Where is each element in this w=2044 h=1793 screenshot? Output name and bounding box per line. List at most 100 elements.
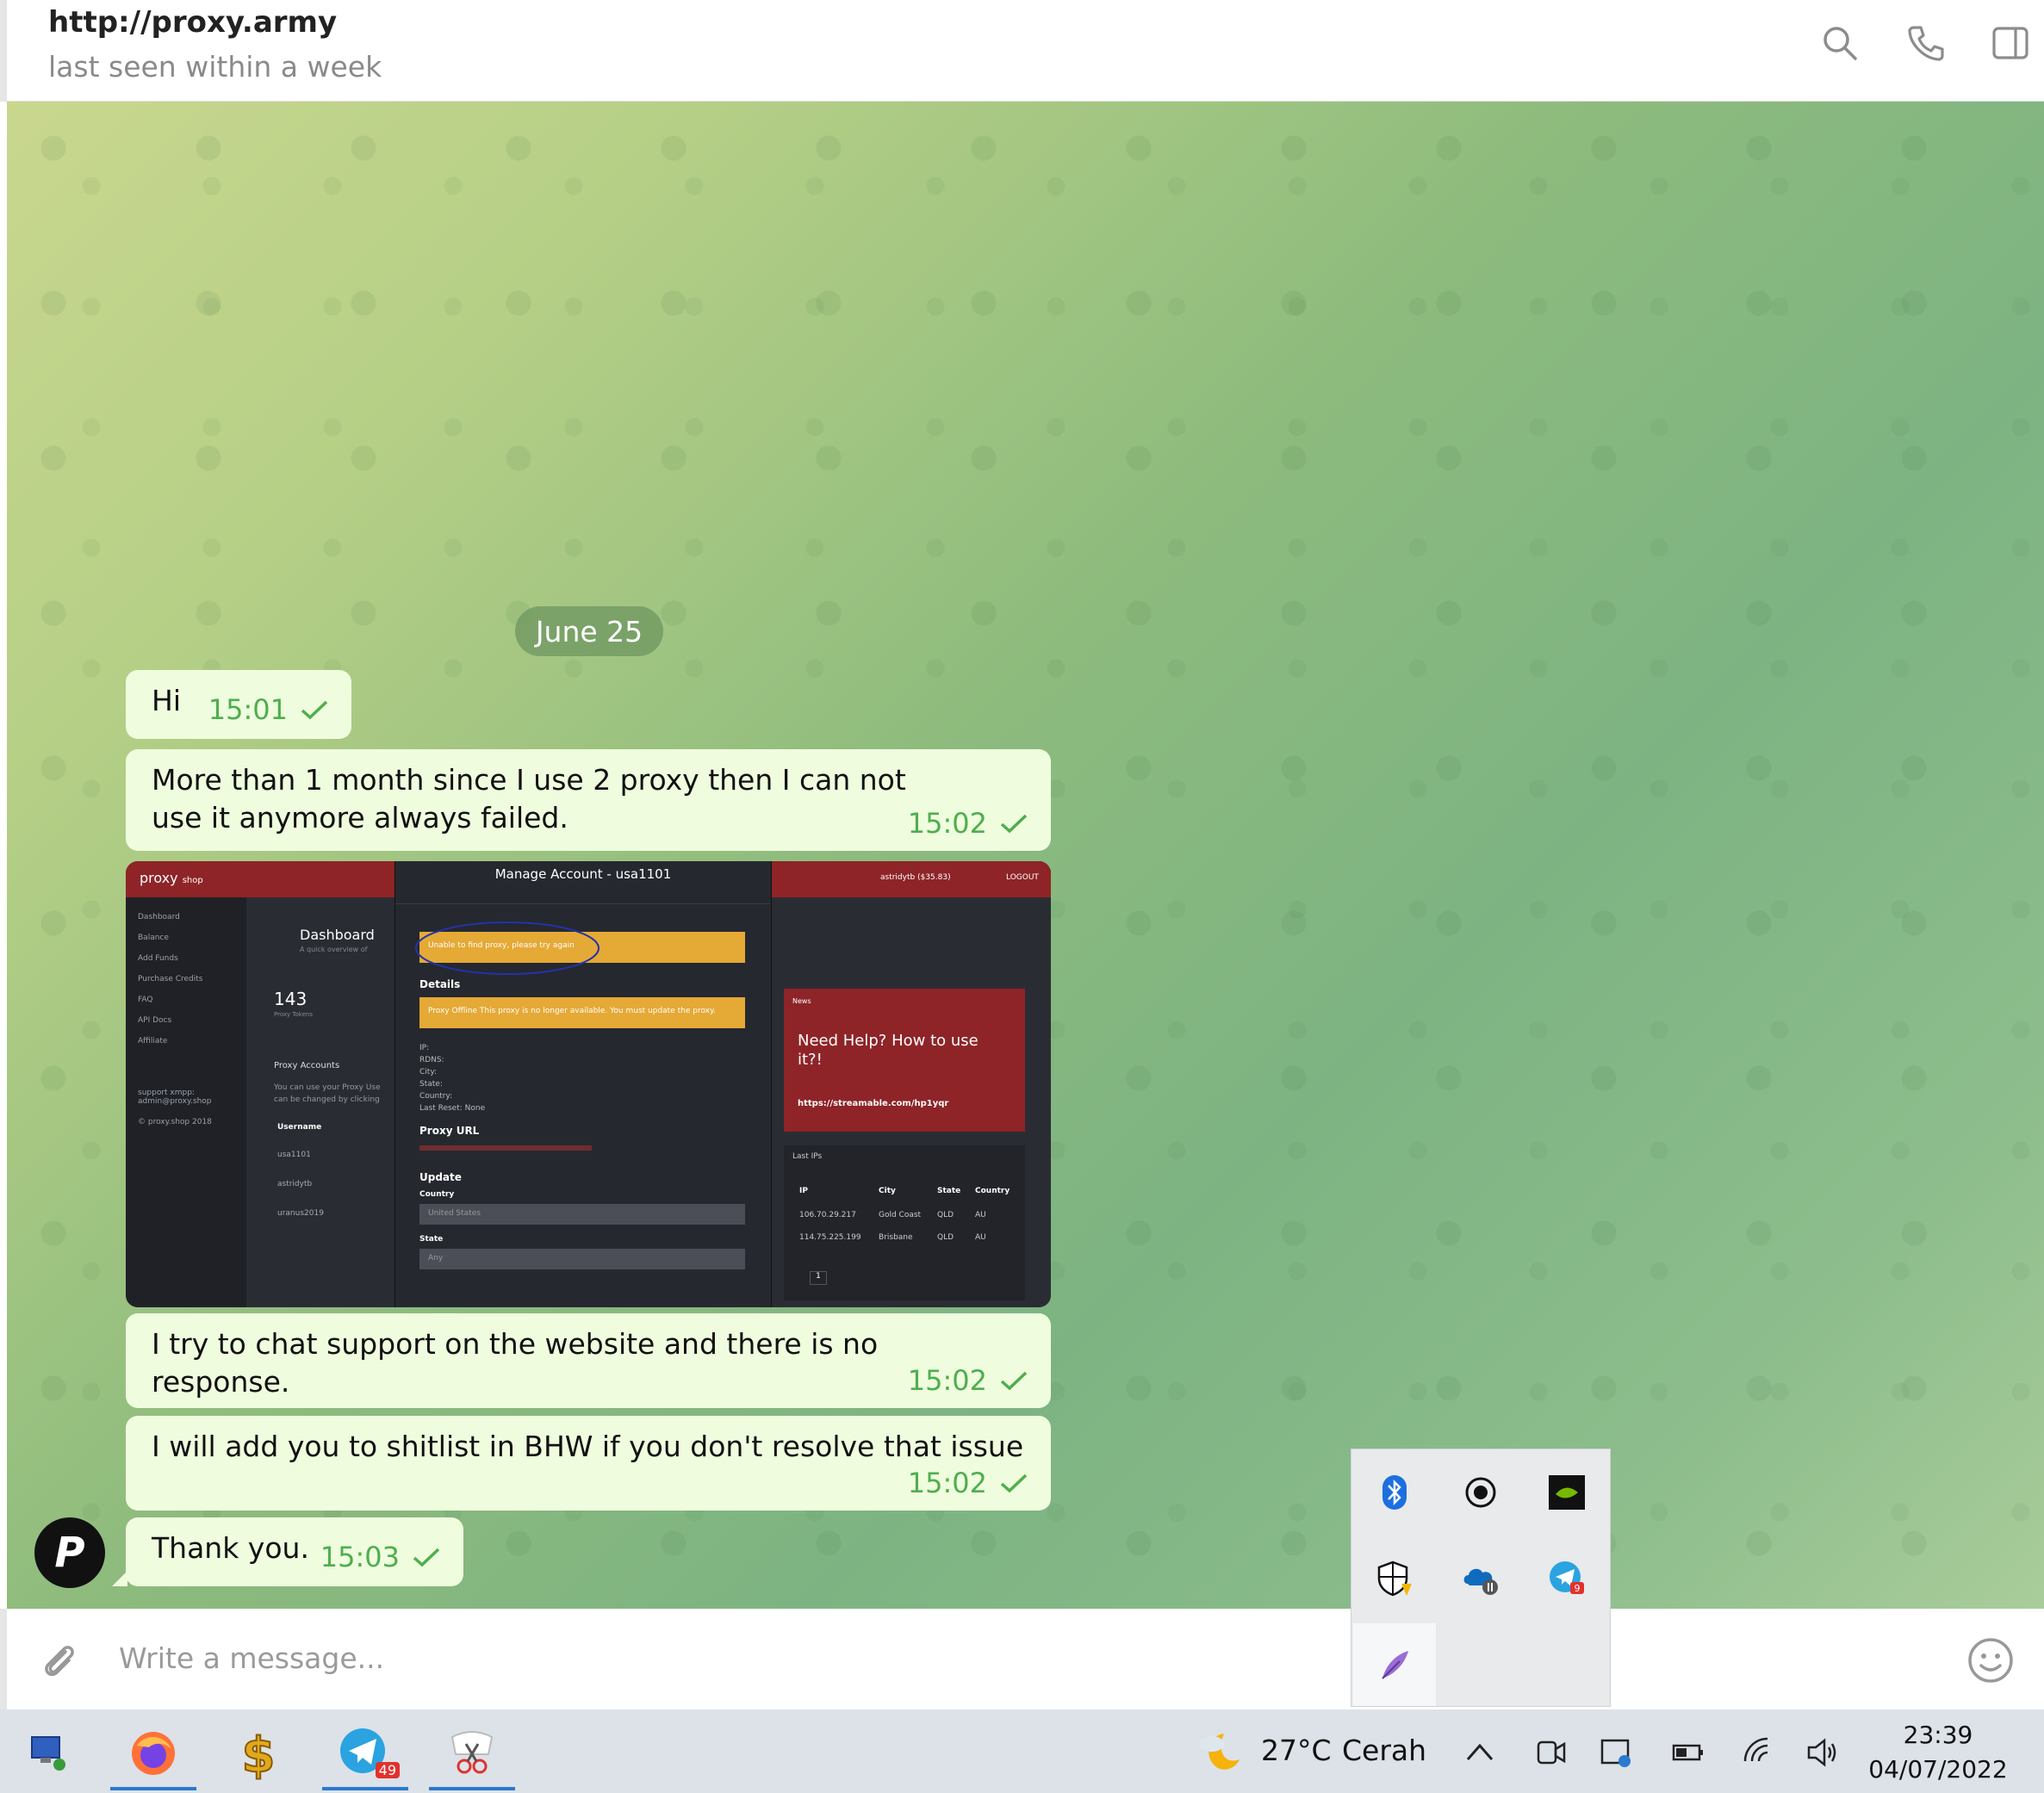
emoji-icon[interactable]: [1966, 1636, 2015, 1684]
shop-last-ips-label: Last IPs: [792, 1152, 823, 1161]
shop-news-label: News: [792, 997, 811, 1005]
volume-icon[interactable]: [1805, 1735, 1840, 1770]
network-computer-icon[interactable]: [5, 1716, 91, 1790]
shop-tokens-label: Proxy Tokens: [274, 1011, 313, 1018]
chat-area: June 25 Hi 15:01 More than 1 month since…: [7, 102, 2044, 1609]
shop-modal: Manage Account - usa1101 Unable to find …: [395, 861, 772, 1307]
chevron-up-icon[interactable]: [1463, 1735, 1497, 1770]
read-check-icon: [413, 1548, 440, 1567]
system-tray-overflow: 9: [1351, 1449, 1611, 1707]
avatar[interactable]: P: [34, 1517, 105, 1588]
message-bubble[interactable]: More than 1 month since I use 2 proxy th…: [126, 749, 1051, 851]
security-warning-icon[interactable]: [1353, 1537, 1436, 1620]
wifi-icon[interactable]: [1742, 1735, 1776, 1770]
taskbar: $ 49 27°C Cerah 23:39 04/07/2022: [0, 1709, 2044, 1793]
message-meta: 15:02: [908, 1362, 1028, 1399]
clock-date: 04/07/2022: [1868, 1755, 2008, 1784]
message-bubble[interactable]: Thank you. 15:03: [112, 1517, 463, 1586]
ip-cell: QLD: [937, 1233, 954, 1242]
shop-news-title: Need Help? How to use it?!: [798, 1032, 979, 1069]
message-bubble[interactable]: I try to chat support on the website and…: [126, 1313, 1051, 1408]
shop-username: astridytb: [277, 1180, 313, 1188]
shop-proxy-url-redacted: [419, 1145, 592, 1151]
shop-nav-item: Balance: [138, 934, 169, 942]
message-time: 15:01: [208, 693, 288, 726]
message-text: Thank you.: [152, 1531, 309, 1565]
shop-accounts-title: Proxy Accounts: [274, 1061, 340, 1070]
shop-username: usa1101: [277, 1151, 311, 1159]
message-composer: Write a message...: [0, 1609, 2044, 1709]
ip-cell: 114.75.225.199: [799, 1233, 861, 1242]
shop-nav-item: FAQ: [138, 996, 153, 1004]
telegram-icon[interactable]: 49: [322, 1716, 408, 1790]
phone-icon[interactable]: [1905, 22, 1947, 64]
ip-cell: 106.70.29.217: [799, 1211, 856, 1219]
feather-icon[interactable]: [1353, 1623, 1436, 1706]
shop-alert-offline: Proxy Offline This proxy is no longer av…: [419, 997, 745, 1028]
chat-title[interactable]: http://proxy.army: [48, 5, 337, 40]
shop-username-header: Username: [277, 1123, 322, 1132]
dollar-icon[interactable]: $: [215, 1716, 301, 1790]
date-separator: June 25: [515, 606, 663, 656]
shop-logout: LOGOUT: [1006, 873, 1039, 882]
message-text: More than 1 month since I use 2 proxy th…: [152, 763, 906, 834]
attached-screenshot[interactable]: proxy shop astridytb ($35.83) LOGOUT Das…: [126, 861, 1051, 1307]
telegram-tray-icon[interactable]: 9: [1525, 1537, 1608, 1620]
shop-sidebar: Dashboard Balance Add Funds Purchase Cre…: [126, 897, 246, 1307]
shop-logo: proxy shop: [140, 870, 203, 886]
system-clock[interactable]: 23:39 04/07/2022: [1861, 1718, 2016, 1787]
nvidia-icon[interactable]: [1525, 1451, 1608, 1534]
chat-status: last seen within a week: [48, 50, 382, 84]
weather-temp[interactable]: 27°C: [1261, 1734, 1332, 1767]
message-meta: 15:02: [908, 804, 1028, 842]
ip-header: City: [879, 1187, 896, 1195]
weather-moon-icon[interactable]: [1193, 1727, 1243, 1777]
shop-nav-item: Dashboard: [138, 913, 180, 921]
shop-dashboard-sub: A quick overview of: [300, 946, 368, 953]
shop-support: support xmpp: admin@proxy.shop: [138, 1089, 212, 1106]
read-check-icon: [1000, 1371, 1028, 1391]
message-bubble[interactable]: Hi 15:01: [126, 670, 351, 739]
shop-copyright: © proxy.shop 2018: [138, 1118, 212, 1126]
shop-accounts-desc: You can use your Proxy Use can be change…: [274, 1083, 381, 1104]
meet-now-icon[interactable]: [1533, 1735, 1568, 1770]
shop-details-label: Details: [419, 978, 461, 990]
onedrive-paused-icon[interactable]: [1439, 1537, 1522, 1620]
read-check-icon: [1000, 1473, 1028, 1493]
firefox-icon[interactable]: [110, 1716, 196, 1790]
weather-desc[interactable]: Cerah: [1342, 1734, 1426, 1767]
snipping-tool-icon[interactable]: [429, 1716, 515, 1790]
shop-state-input: Any: [419, 1249, 745, 1269]
message-input[interactable]: Write a message...: [119, 1641, 384, 1675]
shop-nav-item: API Docs: [138, 1016, 172, 1025]
message-bubble[interactable]: I will add you to shitlist in BHW if you…: [126, 1416, 1051, 1511]
search-icon[interactable]: [1819, 22, 1861, 64]
message-text: Hi: [152, 684, 181, 717]
bluetooth-icon[interactable]: [1353, 1451, 1436, 1534]
message-time: 15:03: [320, 1541, 400, 1573]
sync-icon[interactable]: [1599, 1735, 1633, 1770]
shop-account: astridytb ($35.83): [880, 873, 951, 882]
shop-right-panel: astridytb ($35.83) LOGOUT News Need Help…: [772, 861, 1051, 1307]
ip-cell: QLD: [937, 1211, 954, 1219]
telegram-badge: 49: [375, 1762, 400, 1778]
shop-last-ips: Last IPs IP City State Country 106.70.29…: [784, 1145, 1025, 1300]
record-icon[interactable]: [1439, 1451, 1522, 1534]
sidebar-toggle-icon[interactable]: [1990, 22, 2031, 64]
ip-pager: 1: [810, 1271, 827, 1285]
ip-header: State: [937, 1187, 961, 1195]
message-text: I will add you to shitlist in BHW if you…: [152, 1430, 1024, 1463]
bubble-tail: [112, 1571, 127, 1586]
chat-header: http://proxy.army last seen within a wee…: [0, 0, 2044, 102]
message-time: 15:02: [907, 807, 987, 840]
attach-icon[interactable]: [38, 1640, 81, 1683]
svg-text:$: $: [242, 1728, 276, 1780]
shop-news-card: News Need Help? How to use it?! https://…: [784, 989, 1025, 1132]
shop-news-link: https://streamable.com/hp1yqr: [798, 1099, 949, 1108]
shop-topbar-right: astridytb ($35.83) LOGOUT: [772, 861, 1051, 897]
battery-icon[interactable]: [1671, 1735, 1705, 1770]
shop-tokens-count: 143: [274, 989, 308, 1009]
message-meta: 15:02: [908, 1464, 1028, 1502]
message-meta: 15:03: [320, 1538, 441, 1576]
shop-username: uranus2019: [277, 1209, 324, 1218]
